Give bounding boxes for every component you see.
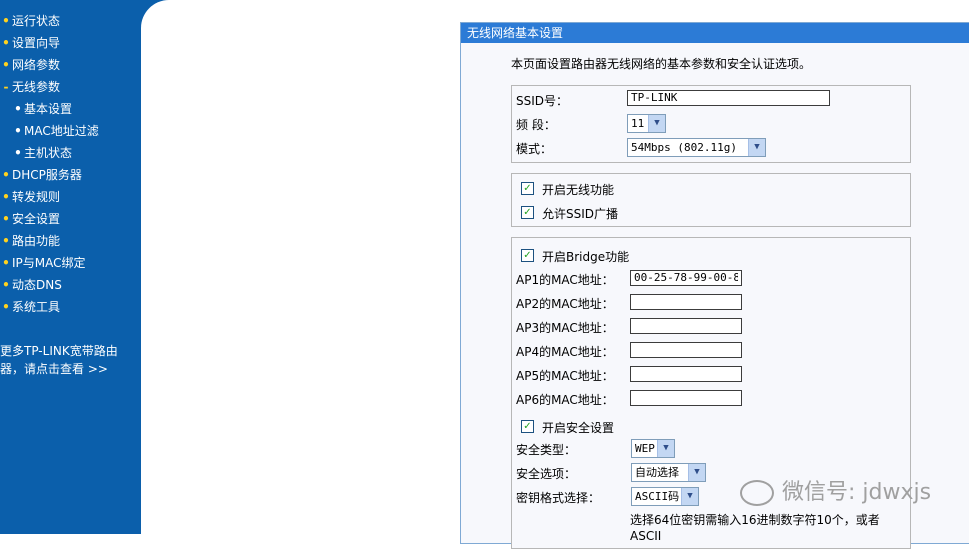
enable-bridge-checkbox[interactable]: ✓ [521,249,534,262]
bullet-icon: • [2,168,10,182]
mode-label: 模式： [516,142,553,156]
sidebar: • 运行状态 • 设置向导 • 网络参数 - 无线参数 • 基本设置 • MAC地址过滤 •… [0,0,141,534]
channel-value: 11 [631,117,645,130]
sidebar-item-label: 无线参数 [12,80,61,94]
security-type-select[interactable]: WEP ▼ [631,439,675,458]
intro-text: 本页面设置路由器无线网络的基本参数和安全认证选项。 [511,57,812,71]
bullet-icon: • [2,212,10,226]
sidebar-item-label: 设置向导 [12,36,61,50]
key-format-select[interactable]: ASCII码 ▼ [631,487,699,506]
ap6-mac-label: AP6的MAC地址： [516,393,614,407]
wechat-icon [740,480,774,506]
sidebar-item-forwarding[interactable]: • 转发规则 [0,186,99,208]
ap4-mac-input[interactable] [630,342,742,358]
bullet-icon: • [2,300,10,314]
sidebar-item-host-status[interactable]: • 主机状态 [0,142,99,164]
ap2-mac-label: AP2的MAC地址： [516,297,614,311]
ap3-mac-label: AP3的MAC地址： [516,321,614,335]
wireless-basic-settings-panel: 无线网络基本设置 本页面设置路由器无线网络的基本参数和安全认证选项。 SSID号… [460,22,969,549]
allow-ssid-label: 允许SSID广播 [542,207,619,221]
sidebar-item-wizard[interactable]: • 设置向导 [0,32,99,54]
security-type-value: WEP [635,442,655,455]
more-products-link[interactable]: 更多TP-LINK宽带路由 器，请点击查看 >> [0,342,140,378]
bullet-icon: • [14,124,22,138]
chevron-down-icon: ▼ [648,115,665,132]
mode-value: 54Mbps (802.11g) [631,141,737,154]
ap5-mac-input[interactable] [630,366,742,382]
sidebar-item-ddns[interactable]: • 动态DNS [0,274,99,296]
bullet-icon: • [2,256,10,270]
ap5-mac-label: AP5的MAC地址： [516,369,614,383]
chevron-down-icon: ▼ [688,464,705,481]
chevron-down-icon: ▼ [681,488,698,505]
sidebar-item-routing[interactable]: • 路由功能 [0,230,99,252]
allow-ssid-checkbox[interactable]: ✓ [521,206,534,219]
sidebar-item-label: 网络参数 [12,58,61,72]
collapse-icon: - [3,80,9,94]
ssid-input[interactable] [627,90,830,106]
sidebar-item-status[interactable]: • 运行状态 [0,10,99,32]
bullet-icon: • [2,36,10,50]
sidebar-item-network[interactable]: • 网络参数 [0,54,99,76]
sidebar-item-label: 安全设置 [12,212,61,226]
chevron-down-icon: ▼ [657,440,674,457]
key-description: 选择64位密钥需输入16进制数字符10个，或者ASCII [630,513,880,543]
sidebar-item-dhcp[interactable]: • DHCP服务器 [0,164,99,186]
more-link-line2: 器，请点击查看 >> [0,362,108,376]
ap2-mac-input[interactable] [630,294,742,310]
sidebar-item-basic-settings[interactable]: • 基本设置 [0,98,99,120]
sidebar-item-ip-mac-binding[interactable]: • IP与MAC绑定 [0,252,99,274]
panel-title: 无线网络基本设置 [461,23,969,43]
security-type-label: 安全类型： [516,443,577,457]
bullet-icon: • [14,146,22,160]
key-format-label: 密钥格式选择： [516,491,601,505]
ssid-label: SSID号： [516,94,569,108]
bullet-icon: • [2,234,10,248]
ap1-mac-label: AP1的MAC地址： [516,273,614,287]
mode-select[interactable]: 54Mbps (802.11g) ▼ [627,138,766,157]
sidebar-curve [141,0,201,534]
sidebar-item-label: IP与MAC绑定 [12,256,86,270]
enable-bridge-label: 开启Bridge功能 [542,250,630,264]
security-option-select[interactable]: 自动选择 ▼ [631,463,706,482]
sidebar-item-wireless[interactable]: - 无线参数 [0,76,99,98]
sidebar-item-label: 基本设置 [24,102,73,116]
security-option-value: 自动选择 [635,466,679,479]
watermark-text: 微信号: jdwxjs [782,480,932,505]
ap1-mac-input[interactable] [630,270,742,286]
bullet-icon: • [2,14,10,28]
sidebar-item-system-tools[interactable]: • 系统工具 [0,296,99,318]
ap3-mac-input[interactable] [630,318,742,334]
sidebar-item-label: 路由功能 [12,234,61,248]
sidebar-item-label: 动态DNS [12,278,62,292]
key-format-value: ASCII码 [635,490,680,503]
enable-wireless-label: 开启无线功能 [542,183,615,197]
channel-select[interactable]: 11 ▼ [627,114,666,133]
enable-security-label: 开启安全设置 [542,421,615,435]
sidebar-item-label: MAC地址过滤 [24,124,99,138]
enable-wireless-checkbox[interactable]: ✓ [521,182,534,195]
sidebar-item-mac-filter[interactable]: • MAC地址过滤 [0,120,99,142]
wireless-switch-group: ✓ 开启无线功能 ✓ 允许SSID广播 [511,173,911,227]
security-option-label: 安全选项： [516,467,577,481]
basic-params-group: SSID号： 频 段： 11 ▼ 模式： 54Mbps (802.11g) ▼ [511,85,911,163]
more-link-line1: 更多TP-LINK宽带路由 [0,344,118,358]
sidebar-nav: • 运行状态 • 设置向导 • 网络参数 - 无线参数 • 基本设置 • MAC地址过滤 •… [0,10,99,318]
enable-security-checkbox[interactable]: ✓ [521,420,534,433]
sidebar-item-label: DHCP服务器 [12,168,82,182]
ap4-mac-label: AP4的MAC地址： [516,345,614,359]
ap6-mac-input[interactable] [630,390,742,406]
bullet-icon: • [2,190,10,204]
chevron-down-icon: ▼ [748,139,765,156]
sidebar-item-label: 主机状态 [24,146,73,160]
bullet-icon: • [14,102,22,116]
sidebar-item-security[interactable]: • 安全设置 [0,208,99,230]
wechat-watermark: 微信号: jdwxjs [740,474,931,506]
bullet-icon: • [2,58,10,72]
sidebar-item-label: 运行状态 [12,14,61,28]
sidebar-item-label: 系统工具 [12,300,61,314]
channel-label: 频 段： [516,118,556,132]
sidebar-item-label: 转发规则 [12,190,61,204]
bullet-icon: • [2,278,10,292]
